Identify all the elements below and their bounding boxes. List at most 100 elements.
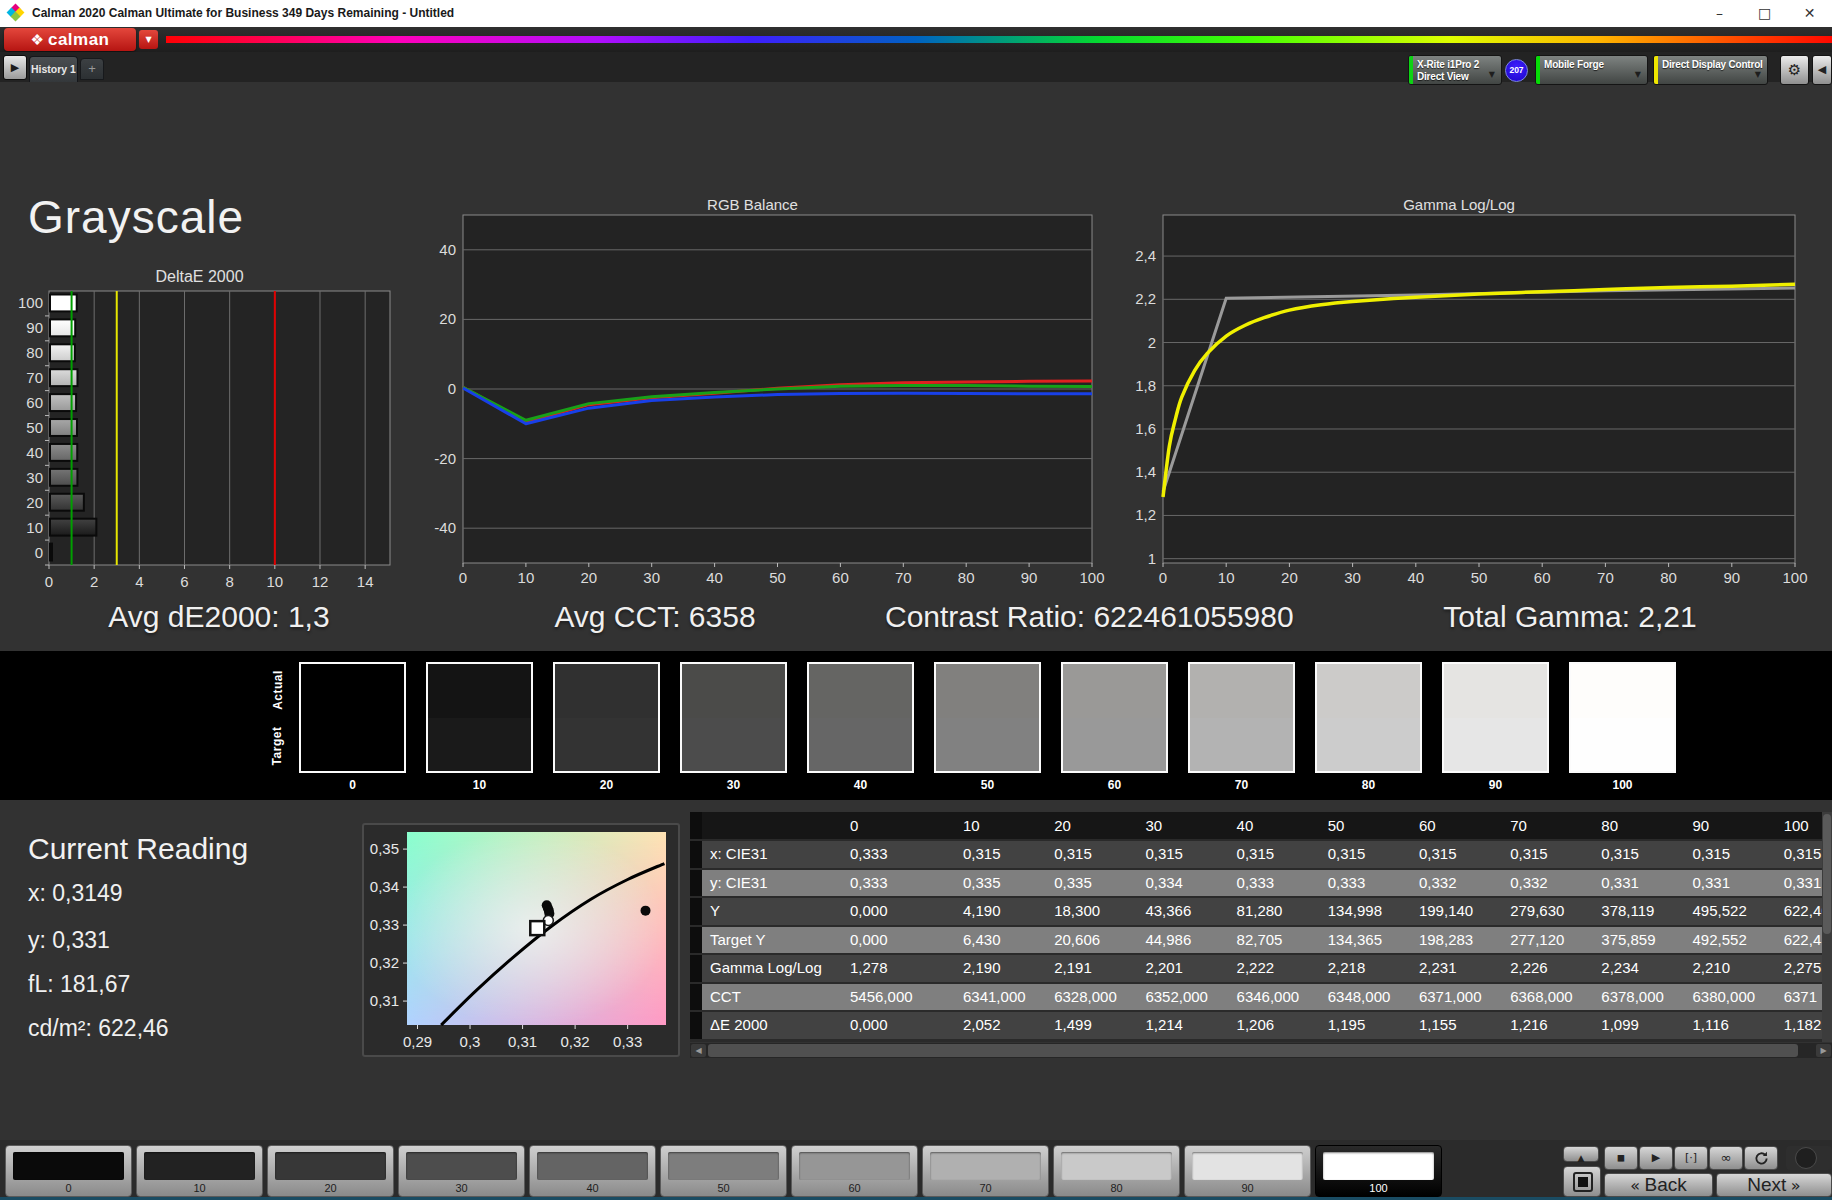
level-swatch — [144, 1152, 255, 1180]
axis-label: 60 — [26, 394, 43, 411]
current-reading-title: Current Reading — [28, 832, 248, 866]
axis-label: 20 — [439, 310, 456, 327]
level-button-80[interactable]: 80 — [1053, 1145, 1180, 1197]
device-status-bar — [1654, 56, 1658, 84]
axis-label: 2 — [90, 573, 98, 590]
table-cell: 2,218 — [1320, 955, 1411, 982]
level-button-50[interactable]: 50 — [660, 1145, 787, 1197]
table-cell: 0,333 — [842, 841, 955, 868]
table-cell: 6352,000 — [1137, 984, 1228, 1011]
axis-label: 40 — [706, 569, 723, 586]
axis-label: 1 — [1148, 550, 1156, 567]
scroll-right-icon[interactable]: ▶ — [1816, 1044, 1831, 1057]
minimize-button[interactable]: – — [1697, 0, 1742, 27]
level-button-90[interactable]: 90 — [1184, 1145, 1311, 1197]
axis-label: 70 — [895, 569, 912, 586]
level-button-60[interactable]: 60 — [791, 1145, 918, 1197]
next-button[interactable]: Next » — [1716, 1173, 1832, 1197]
axis-label: 0 — [35, 544, 43, 561]
device-dropdown-3[interactable]: Direct Display Control▼ — [1653, 55, 1768, 85]
maximize-button[interactable]: □ — [1742, 0, 1787, 27]
table-cell: 6346,000 — [1229, 984, 1320, 1011]
band-swatch-target — [936, 718, 1039, 772]
level-button-70[interactable]: 70 — [922, 1145, 1049, 1197]
table-cell: 0,315 — [955, 841, 1046, 868]
band-actual-label: Actual — [271, 670, 285, 710]
band-swatch-actual — [428, 664, 531, 718]
axis-label: 70 — [1597, 569, 1614, 586]
level-button-20[interactable]: 20 — [267, 1145, 394, 1197]
band-swatch-label: 30 — [680, 778, 787, 792]
table-cell: 279,630 — [1502, 898, 1593, 925]
calman-logo[interactable]: ❖ calman — [4, 28, 136, 51]
table-cell: 0,333 — [842, 870, 955, 897]
scroll-left-icon[interactable]: ◀ — [691, 1044, 706, 1057]
step-button-icon: [·] — [1685, 1151, 1697, 1164]
axis-label: 40 — [26, 444, 43, 461]
level-button-100[interactable]: 100 — [1315, 1145, 1442, 1197]
axis-label: DeltaE 2000 — [155, 268, 243, 285]
settings-gear-button[interactable]: ⚙ — [1780, 55, 1809, 85]
tab-history-1[interactable]: History 1 — [29, 56, 78, 82]
table-cell: 0,315 — [1502, 841, 1593, 868]
step-button[interactable]: [·] — [1674, 1146, 1708, 1170]
play-button-icon: ▶ — [1652, 1151, 1660, 1164]
table-cell: 4,190 — [955, 898, 1046, 925]
table-cell: 1,499 — [1046, 1012, 1137, 1039]
axis-label: 60 — [1534, 569, 1551, 586]
level-button-10[interactable]: 10 — [136, 1145, 263, 1197]
band-swatch-0 — [299, 662, 406, 773]
table-row: x: CIE310,3330,3150,3150,3150,3150,3150,… — [690, 841, 1832, 868]
band-swatch-60 — [1061, 662, 1168, 773]
axis-label: 100 — [1782, 569, 1807, 586]
table-cell: 0,335 — [955, 870, 1046, 897]
table-cell: 0,000 — [842, 1012, 955, 1039]
band-swatch-40 — [807, 662, 914, 773]
table-cell: 199,140 — [1411, 898, 1502, 925]
table-horizontal-scrollbar[interactable]: ◀ ▶ — [690, 1043, 1832, 1058]
loop-button[interactable] — [1744, 1146, 1778, 1170]
stop-button[interactable]: ◼ — [1604, 1146, 1638, 1170]
band-swatch-actual — [809, 664, 912, 718]
level-button-40[interactable]: 40 — [529, 1145, 656, 1197]
back-label: Back — [1645, 1174, 1687, 1195]
table-row: Gamma Log/Log1,2782,1902,1912,2012,2222,… — [690, 955, 1832, 982]
display-toggle-button[interactable] — [1563, 1166, 1601, 1197]
level-swatch — [13, 1152, 124, 1180]
play-button[interactable]: ▶ — [1639, 1146, 1673, 1170]
add-tab-button[interactable]: + — [80, 58, 104, 80]
table-cell: 81,280 — [1229, 898, 1320, 925]
table-cell: 0,315 — [1685, 841, 1776, 868]
pattern-up-button[interactable]: ▲ — [1563, 1146, 1599, 1162]
calman-mark-icon: ❖ — [30, 31, 43, 49]
table-cell: 2,231 — [1411, 955, 1502, 982]
table-column-header: 60 — [1411, 812, 1502, 839]
collapse-panel-button[interactable]: ◀ — [1812, 55, 1832, 85]
deltae-2000-chart: DeltaE 200002468101214100908070605040302… — [0, 260, 410, 605]
meter-count-badge[interactable]: 207 — [1505, 59, 1528, 82]
band-target-label: Target — [270, 727, 284, 766]
table-row-label: y: CIE31 — [702, 870, 842, 897]
back-button[interactable]: « Back — [1604, 1173, 1713, 1197]
close-button[interactable]: ✕ — [1787, 0, 1832, 27]
logo-menu-dropdown[interactable]: ▼ — [139, 30, 158, 49]
device-dropdown-2[interactable]: Mobile Forge▼ — [1535, 55, 1648, 85]
level-button-30[interactable]: 30 — [398, 1145, 525, 1197]
device-dropdown-1[interactable]: X-Rite i1Pro 2 Direct View▼ — [1408, 55, 1502, 85]
app-icon — [8, 5, 24, 21]
level-label: 30 — [399, 1182, 524, 1194]
band-swatch-actual — [1317, 664, 1420, 718]
tab-scroll-button[interactable]: ▶ — [3, 55, 27, 80]
axis-label: Gamma Log/Log — [1403, 196, 1515, 213]
axis-label: 10 — [26, 519, 43, 536]
band-swatch-label: 50 — [934, 778, 1041, 792]
table-cell: 1,099 — [1593, 1012, 1684, 1039]
axis-label: 10 — [518, 569, 535, 586]
axis-label: 0,31 — [370, 992, 399, 1009]
table-column-header: 30 — [1137, 812, 1228, 839]
scrollbar-thumb[interactable] — [708, 1044, 1798, 1057]
continuous-button[interactable]: ∞ — [1709, 1146, 1743, 1170]
table-vertical-scrollbar[interactable] — [1822, 812, 1832, 1042]
level-button-0[interactable]: 0 — [5, 1145, 132, 1197]
axis-label: 80 — [1660, 569, 1677, 586]
